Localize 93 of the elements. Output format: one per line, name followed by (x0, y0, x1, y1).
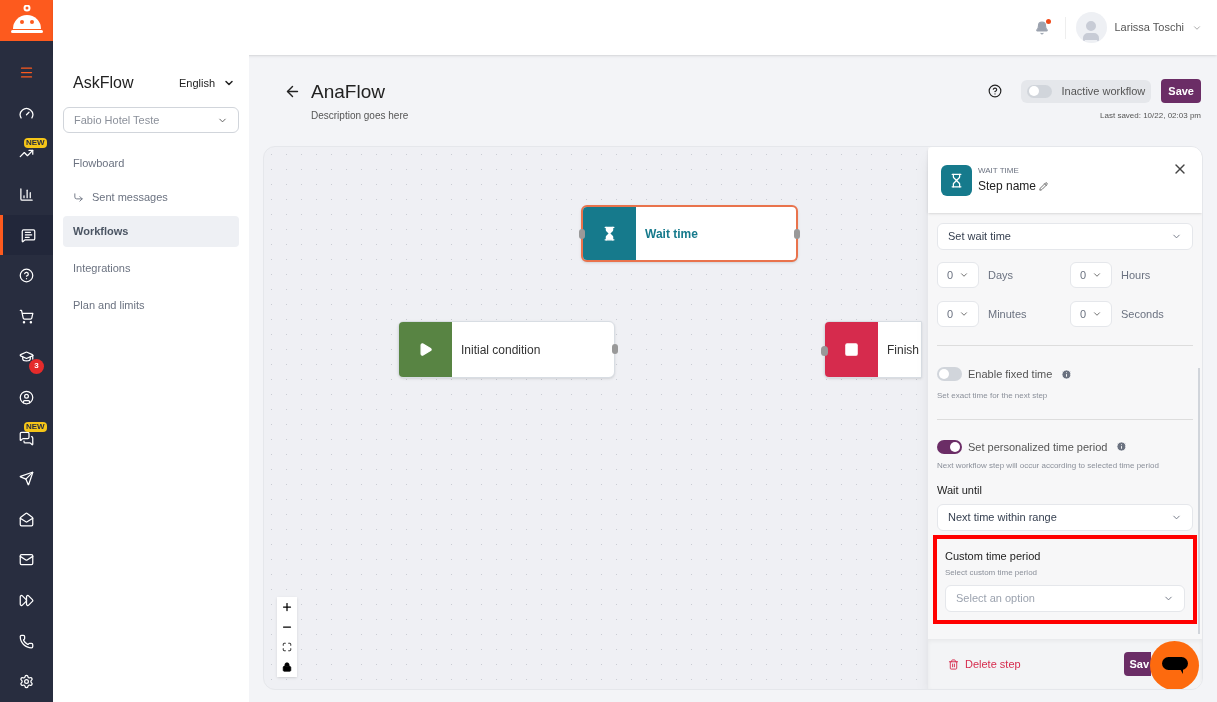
gauge-icon (19, 105, 34, 121)
send-icon (19, 471, 34, 487)
chat-icon (20, 227, 36, 243)
bell-icon (1034, 20, 1049, 35)
chevron-icon (1092, 270, 1102, 280)
output-port[interactable] (794, 229, 800, 239)
chevron-icon (959, 309, 969, 319)
sidebar-item[interactable]: Workflows (63, 216, 239, 247)
sidebar-item[interactable]: Plan and limits (63, 290, 239, 321)
fast-forward-icon (19, 593, 34, 608)
rail-item[interactable]: NEW (0, 417, 53, 459)
mail-open-icon (19, 511, 34, 527)
delete-step-button[interactable]: Delete step (948, 655, 1021, 673)
info-icon (1061, 368, 1073, 380)
toggle-label: Enable fixed time (968, 367, 1053, 382)
duration-unit: Seconds (1121, 306, 1164, 322)
sidebar-item[interactable]: Flowboard (63, 148, 239, 179)
user-icon (19, 390, 34, 406)
new-badge: NEW (24, 421, 47, 432)
duration-select[interactable]: 0 (1070, 301, 1112, 327)
input-port[interactable] (579, 229, 585, 239)
hourglass-icon (941, 164, 972, 196)
chevron-icon (959, 270, 969, 280)
field-label: Custom time period (945, 548, 1042, 564)
toggle-switch[interactable] (937, 367, 962, 382)
zoom-in-icon[interactable] (281, 601, 293, 613)
save-button[interactable]: Save (1161, 79, 1201, 103)
toggle-label: Set personalized time period (968, 439, 1108, 455)
output-port[interactable] (612, 344, 618, 354)
flow-node[interactable]: Finish (824, 321, 922, 378)
flow-node[interactable]: Wait time (581, 205, 798, 262)
hint-text: Select custom time period (945, 567, 1039, 579)
stop-icon (844, 342, 859, 357)
logo-icon[interactable] (0, 0, 53, 41)
node-label: Finish (886, 341, 919, 359)
duration-select[interactable]: 0 (937, 301, 979, 327)
step-name[interactable]: Step name (978, 177, 1037, 195)
duration-select[interactable]: 0 (937, 262, 979, 288)
sidebar-subitem[interactable]: Sent messages (63, 185, 239, 210)
language-select[interactable]: English (178, 74, 235, 92)
rail-item[interactable] (0, 214, 53, 256)
cart-icon (19, 308, 34, 324)
help-icon[interactable] (987, 84, 1002, 98)
settings-icon (19, 674, 34, 690)
last-saved-text: Last saved: 10/22, 02:03 pm (1100, 110, 1201, 122)
duration-select[interactable]: 0 (1070, 262, 1112, 288)
hint-text: Next workflow step will occur according to selected time period (937, 460, 1160, 472)
wait-until-select[interactable]: Next time within range (937, 503, 1193, 531)
lock-icon[interactable] (282, 662, 292, 672)
toggle-switch[interactable] (937, 439, 962, 454)
messages-icon (19, 430, 34, 446)
rail-item[interactable]: NEW (0, 133, 53, 175)
rail-item[interactable]: 3 (0, 336, 53, 378)
duration-unit: Minutes (988, 306, 1027, 322)
trash-icon (948, 658, 959, 670)
chat-icon (1161, 656, 1188, 675)
sidebar-item[interactable]: Integrations (63, 253, 239, 284)
avatar-icon (1075, 12, 1107, 43)
account-select[interactable]: Fabio Hotel Teste (63, 107, 239, 133)
status-toggle[interactable]: Inactive workflow (1020, 79, 1152, 103)
graduation-cap-icon (19, 349, 34, 365)
help-icon (19, 268, 34, 284)
step-type-label: WAIT TIME (978, 165, 1020, 177)
phone-icon (19, 633, 34, 649)
save-button[interactable]: Sav (1124, 652, 1151, 676)
node-label: Wait time (644, 225, 698, 243)
menu-icon (19, 65, 34, 81)
chat-bubble-button[interactable] (1150, 641, 1199, 689)
notification-button[interactable] (1034, 20, 1049, 35)
user-name: Larissa Toschi (1114, 20, 1184, 36)
pencil-icon[interactable] (1039, 181, 1049, 191)
new-badge: NEW (24, 137, 47, 148)
workflow-title: AnaFlow (311, 80, 386, 104)
workflow-description: Description goes here (311, 109, 409, 123)
node-label: Initial condition (460, 341, 541, 359)
input-port[interactable] (821, 346, 828, 356)
flow-node[interactable]: Initial condition (398, 321, 615, 378)
fit-view-icon[interactable] (282, 642, 292, 652)
duration-unit: Hours (1121, 267, 1151, 283)
hint-text: Set exact time for the next step (937, 389, 1049, 402)
mail-icon (19, 552, 34, 568)
info-icon (1116, 441, 1128, 453)
field-label: Wait until (937, 483, 983, 498)
play-icon (418, 342, 433, 357)
count-badge: 3 (29, 358, 44, 374)
user-menu[interactable]: Larissa Toschi (1075, 12, 1202, 43)
hourglass-icon (602, 226, 617, 241)
bar-chart-icon (19, 187, 34, 203)
indent-arrow-icon (73, 192, 84, 203)
wait-select[interactable]: Set wait time (937, 223, 1193, 250)
duration-unit: Days (988, 267, 1014, 283)
app-title: AskFlow (73, 73, 134, 93)
chevron-icon (1092, 309, 1102, 319)
